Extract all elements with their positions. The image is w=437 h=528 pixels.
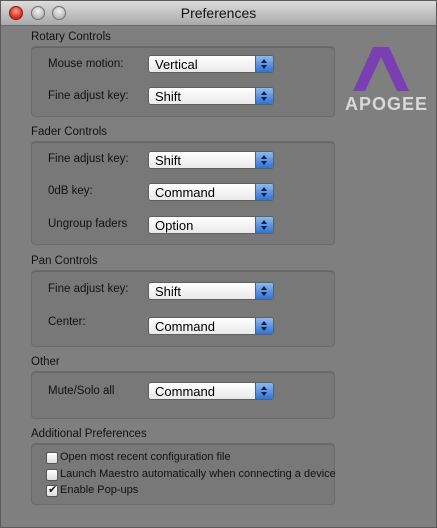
zero-db-key-value: Command <box>155 185 215 200</box>
popup-arrows-icon <box>255 88 273 104</box>
mouse-motion-popup[interactable]: Vertical <box>148 55 274 73</box>
ungroup-faders-value: Option <box>155 218 194 233</box>
popup-arrows-icon <box>255 283 273 299</box>
mute-solo-all-label: Mute/Solo all <box>48 385 115 397</box>
rotary-fine-adjust-value: Shift <box>155 89 182 104</box>
popup-arrows-icon <box>255 217 273 233</box>
apogee-logo-text: APOGEE <box>345 94 429 114</box>
popup-arrows-icon <box>255 152 273 168</box>
pan-center-popup[interactable]: Command <box>148 317 274 335</box>
other-heading: Other <box>31 356 60 368</box>
fader-fine-adjust-label: Fine adjust key: <box>48 153 129 165</box>
mouse-motion-value: Vertical <box>155 57 198 72</box>
popup-arrows-icon <box>255 383 273 399</box>
fader-controls-heading: Fader Controls <box>31 126 108 138</box>
rotary-fine-adjust-label: Fine adjust key: <box>48 90 129 102</box>
rotary-fine-adjust-popup[interactable]: Shift <box>148 87 274 105</box>
open-recent-config-label: Open most recent configuration file <box>60 451 231 463</box>
checkmark-icon: ✔ <box>48 484 58 496</box>
window-title: Preferences <box>180 5 257 21</box>
pan-fine-adjust-value: Shift <box>155 284 182 299</box>
ungroup-faders-label: Ungroup faders <box>48 218 128 230</box>
rotary-controls-heading: Rotary Controls <box>31 31 111 43</box>
title-bar: Preferences <box>1 1 436 26</box>
ungroup-faders-popup[interactable]: Option <box>148 216 274 234</box>
preferences-window: Preferences APOGEE Rotary Controls Mouse… <box>0 0 437 528</box>
pan-center-label: Center: <box>48 316 86 328</box>
launch-maestro-checkbox[interactable] <box>46 469 58 481</box>
popup-arrows-icon <box>255 56 273 72</box>
popup-arrows-icon <box>255 184 273 200</box>
zero-db-key-label: 0dB key: <box>48 185 93 197</box>
pan-fine-adjust-popup[interactable]: Shift <box>148 282 274 300</box>
mouse-motion-label: Mouse motion: <box>48 58 124 70</box>
pan-controls-heading: Pan Controls <box>31 255 98 267</box>
zero-db-key-popup[interactable]: Command <box>148 183 274 201</box>
pan-center-value: Command <box>155 319 215 334</box>
pan-fine-adjust-label: Fine adjust key: <box>48 283 129 295</box>
additional-preferences-heading: Additional Preferences <box>31 428 147 440</box>
mute-solo-all-popup[interactable]: Command <box>148 382 274 400</box>
open-recent-config-checkbox[interactable] <box>46 452 58 464</box>
enable-popups-checkbox[interactable]: ✔ <box>46 484 58 497</box>
fader-fine-adjust-value: Shift <box>155 153 182 168</box>
popup-arrows-icon <box>255 318 273 334</box>
enable-popups-label: Enable Pop-ups <box>60 484 139 496</box>
fader-fine-adjust-popup[interactable]: Shift <box>148 151 274 169</box>
mute-solo-all-value: Command <box>155 384 215 399</box>
launch-maestro-label: Launch Maestro automatically when connec… <box>60 468 336 480</box>
